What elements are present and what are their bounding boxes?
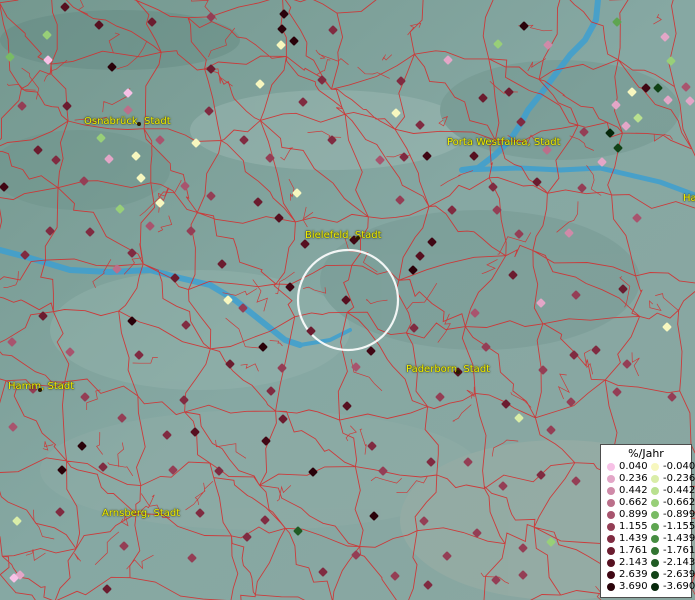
legend-swatch — [651, 559, 659, 567]
legend-value: -3.690 — [663, 581, 695, 592]
legend-swatch — [651, 523, 659, 531]
city-label: Arnsberg, Stadt — [102, 508, 181, 519]
legend-swatch — [607, 463, 615, 471]
legend-value: 2.639 — [619, 569, 648, 580]
legend-swatch — [607, 571, 615, 579]
city-label: Bielefeld, Stadt — [305, 230, 382, 241]
city-marker — [456, 370, 460, 374]
legend-value: -0.442 — [663, 485, 695, 496]
legend-value: -2.143 — [663, 557, 695, 568]
legend-swatch — [607, 583, 615, 591]
legend-swatch — [607, 499, 615, 507]
legend-swatch — [607, 487, 615, 495]
legend-swatch — [607, 559, 615, 567]
legend-value: -0.236 — [663, 473, 695, 484]
legend-swatch — [651, 511, 659, 519]
legend-swatch — [607, 511, 615, 519]
legend-swatch — [651, 499, 659, 507]
city-label: Osnabrück, Stadt — [84, 116, 171, 127]
legend-value: -2.639 — [663, 569, 695, 580]
legend-swatch — [607, 523, 615, 531]
legend-swatch — [651, 475, 659, 483]
legend-swatch — [651, 571, 659, 579]
map-canvas[interactable]: Osnabrück, Stadt Porta Westfalica, Stadt B… — [0, 0, 695, 600]
legend-swatch — [651, 535, 659, 543]
legend-value: 0.899 — [619, 509, 648, 520]
legend-value: 0.662 — [619, 497, 648, 508]
legend-swatch — [607, 475, 615, 483]
legend-value: 0.236 — [619, 473, 648, 484]
city-label: Porta Westfalica, Stadt — [447, 137, 561, 148]
legend-value: -0.040 — [663, 461, 695, 472]
legend-swatch — [651, 487, 659, 495]
legend-swatch — [651, 547, 659, 555]
legend-value: 0.442 — [619, 485, 648, 496]
city-label: Paderborn, Stadt — [406, 364, 491, 375]
legend-value: -1.761 — [663, 545, 695, 556]
legend-value: 1.761 — [619, 545, 648, 556]
legend-value: 0.040 — [619, 461, 648, 472]
legend-swatch — [607, 535, 615, 543]
city-label: Ha — [683, 193, 695, 204]
legend-value: -0.899 — [663, 509, 695, 520]
city-marker — [137, 122, 141, 126]
city-marker — [38, 388, 42, 392]
city-marker — [356, 236, 360, 240]
legend-value: 1.439 — [619, 533, 648, 544]
legend-value: 1.155 — [619, 521, 648, 532]
legend-title: %/Jahr — [628, 447, 664, 460]
legend-value: -1.439 — [663, 533, 695, 544]
legend-value: -1.155 — [663, 521, 695, 532]
legend-value: -0.662 — [663, 497, 695, 508]
legend: %/Jahr 0.040 -0.040 0.236 -0.236 0.442 -0.442… — [600, 444, 695, 598]
legend-swatch — [607, 547, 615, 555]
legend-swatch — [651, 463, 659, 471]
legend-swatch — [651, 583, 659, 591]
legend-value: 2.143 — [619, 557, 648, 568]
legend-value: 3.690 — [619, 581, 648, 592]
